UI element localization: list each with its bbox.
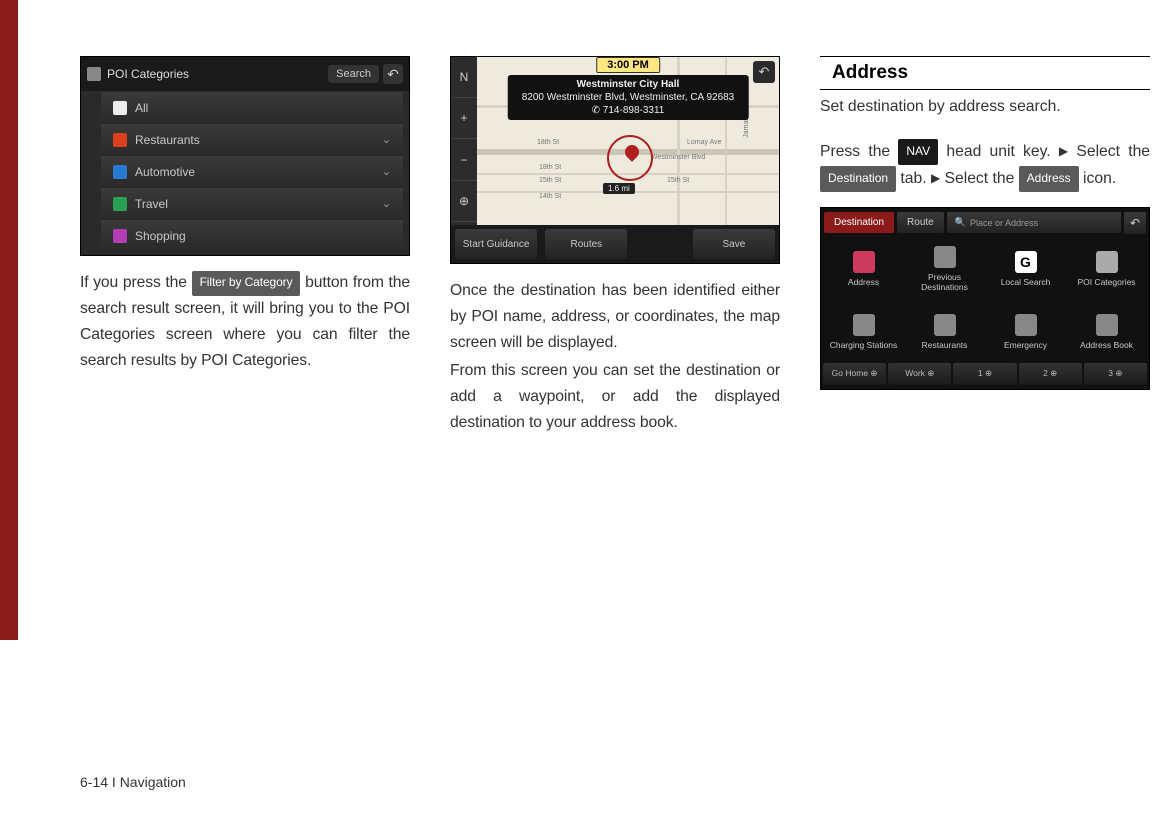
poi-row-shopping[interactable]: Shopping — [101, 220, 403, 251]
destination-tab[interactable]: Destination — [824, 212, 894, 233]
fuel-icon — [853, 314, 875, 336]
grid-poi-categories[interactable]: POI Categories — [1066, 238, 1147, 301]
emergency-icon — [1015, 314, 1037, 336]
save-button[interactable]: Save — [693, 229, 775, 259]
preset-2-button[interactable]: 2 ⊕ — [1019, 363, 1082, 385]
restaurants-icon — [113, 133, 127, 147]
chevron-down-icon: ⌄ — [382, 165, 391, 178]
travel-icon — [113, 197, 127, 211]
col2-paragraph-2: From this screen you can set the destina… — [450, 358, 780, 436]
destination-shortcuts: Go Home ⊕ Work ⊕ 1 ⊕ 2 ⊕ 3 ⊕ — [821, 363, 1149, 387]
place-address-search[interactable]: 🔍 Place or Address — [947, 212, 1121, 233]
page-content: POI Categories Search ↶ All Restaurants … — [80, 56, 1106, 435]
g-icon: G — [1015, 251, 1037, 273]
street-label: 18th St — [539, 164, 561, 171]
chevron-down-icon: ⌄ — [382, 133, 391, 146]
poi-row-travel[interactable]: Travel ⌄ — [101, 188, 403, 219]
preset-3-button[interactable]: 3 ⊕ — [1084, 363, 1147, 385]
column-3: Address Set destination by address searc… — [820, 56, 1150, 435]
triangle-icon: ▶ — [1059, 141, 1068, 162]
poi-row-restaurants[interactable]: Restaurants ⌄ — [101, 124, 403, 155]
street-label: Lomay Ave — [687, 139, 722, 146]
distance-badge: 1.6 mi — [603, 183, 635, 194]
destination-menu-screenshot: Destination Route 🔍 Place or Address ↶ A… — [820, 207, 1150, 390]
map-screenshot: N + − ⊕ ≣ 24th St 23rd St Lomay Ave — [450, 56, 780, 264]
filter-by-category-chip: Filter by Category — [192, 271, 301, 296]
book-icon — [1096, 314, 1118, 336]
poi-title-icon — [87, 67, 101, 81]
destination-tab-chip: Destination — [820, 166, 896, 192]
street-label: 15th St — [539, 177, 561, 184]
street-label: 18th St — [537, 139, 559, 146]
destination-info-card: Westminster City Hall 8200 Westminster B… — [508, 75, 749, 120]
search-icon: 🔍 — [955, 217, 966, 228]
map-back-button[interactable]: ↶ — [753, 61, 775, 83]
destination-grid: Address Previous Destinations GLocal Sea… — [821, 238, 1149, 363]
nav-key-chip: NAV — [898, 139, 938, 165]
street-label: 14th St — [539, 193, 561, 200]
preset-1-button[interactable]: 1 ⊕ — [953, 363, 1016, 385]
destination-top-bar: Destination Route 🔍 Place or Address ↶ — [821, 208, 1149, 238]
house-icon — [853, 251, 875, 273]
grid-address[interactable]: Address — [823, 238, 904, 301]
compass-icon[interactable]: N — [451, 57, 477, 98]
poi-icon — [1096, 251, 1118, 273]
column-2: N + − ⊕ ≣ 24th St 23rd St Lomay Ave — [450, 56, 780, 435]
accent-sidebar — [0, 0, 18, 640]
map-canvas[interactable]: 24th St 23rd St Lomay Ave 18th St Westmi… — [477, 57, 779, 227]
col2-paragraph-1: Once the destination has been identified… — [450, 278, 780, 356]
header-rule — [820, 56, 1150, 57]
address-instructions: Press the NAV head unit key. ▶ Select th… — [820, 138, 1150, 193]
poi-header: POI Categories Search ↶ — [81, 57, 409, 91]
zoom-out-button[interactable]: − — [451, 139, 477, 180]
zoom-in-button[interactable]: + — [451, 98, 477, 139]
grid-emergency[interactable]: Emergency — [985, 300, 1066, 363]
utensils-icon — [934, 314, 956, 336]
chevron-down-icon: ⌄ — [382, 197, 391, 210]
clock-badge: 3:00 PM — [596, 57, 660, 73]
work-button[interactable]: Work ⊕ — [888, 363, 951, 385]
poi-header-title: POI Categories — [107, 67, 189, 81]
flag-icon — [934, 246, 956, 268]
grid-previous-destinations[interactable]: Previous Destinations — [904, 238, 985, 301]
address-section-title: Address — [820, 59, 1150, 90]
col1-paragraph: If you press the Filter by Category butt… — [80, 270, 410, 374]
column-1: POI Categories Search ↶ All Restaurants … — [80, 56, 410, 435]
address-icon-chip: Address — [1019, 166, 1079, 192]
page-number: 6-14 I Navigation — [80, 774, 186, 790]
street-label: 15th St — [667, 177, 689, 184]
shopping-icon — [113, 229, 127, 243]
street-label: Westminster Blvd — [651, 154, 705, 161]
start-guidance-button[interactable]: Start Guidance — [455, 229, 537, 259]
poi-row-all[interactable]: All — [101, 92, 403, 123]
map-bottom-bar: Start Guidance Routes Save — [451, 225, 779, 263]
all-icon — [113, 101, 127, 115]
go-home-button[interactable]: Go Home ⊕ — [823, 363, 886, 385]
grid-address-book[interactable]: Address Book — [1066, 300, 1147, 363]
poi-categories-screenshot: POI Categories Search ↶ All Restaurants … — [80, 56, 410, 256]
search-button[interactable]: Search — [328, 65, 379, 83]
search-label: Search — [336, 68, 371, 80]
triangle-icon: ▶ — [931, 168, 940, 189]
map-tool-button[interactable]: ⊕ — [451, 181, 477, 222]
automotive-icon — [113, 165, 127, 179]
grid-charging-stations[interactable]: Charging Stations — [823, 300, 904, 363]
back-button[interactable]: ↶ — [1124, 212, 1146, 234]
grid-local-search[interactable]: GLocal Search — [985, 238, 1066, 301]
grid-restaurants[interactable]: Restaurants — [904, 300, 985, 363]
route-tab[interactable]: Route — [897, 212, 944, 233]
back-button[interactable]: ↶ — [383, 64, 403, 84]
address-subtitle: Set destination by address search. — [820, 98, 1150, 116]
poi-row-automotive[interactable]: Automotive ⌄ — [101, 156, 403, 187]
routes-button[interactable]: Routes — [545, 229, 627, 259]
